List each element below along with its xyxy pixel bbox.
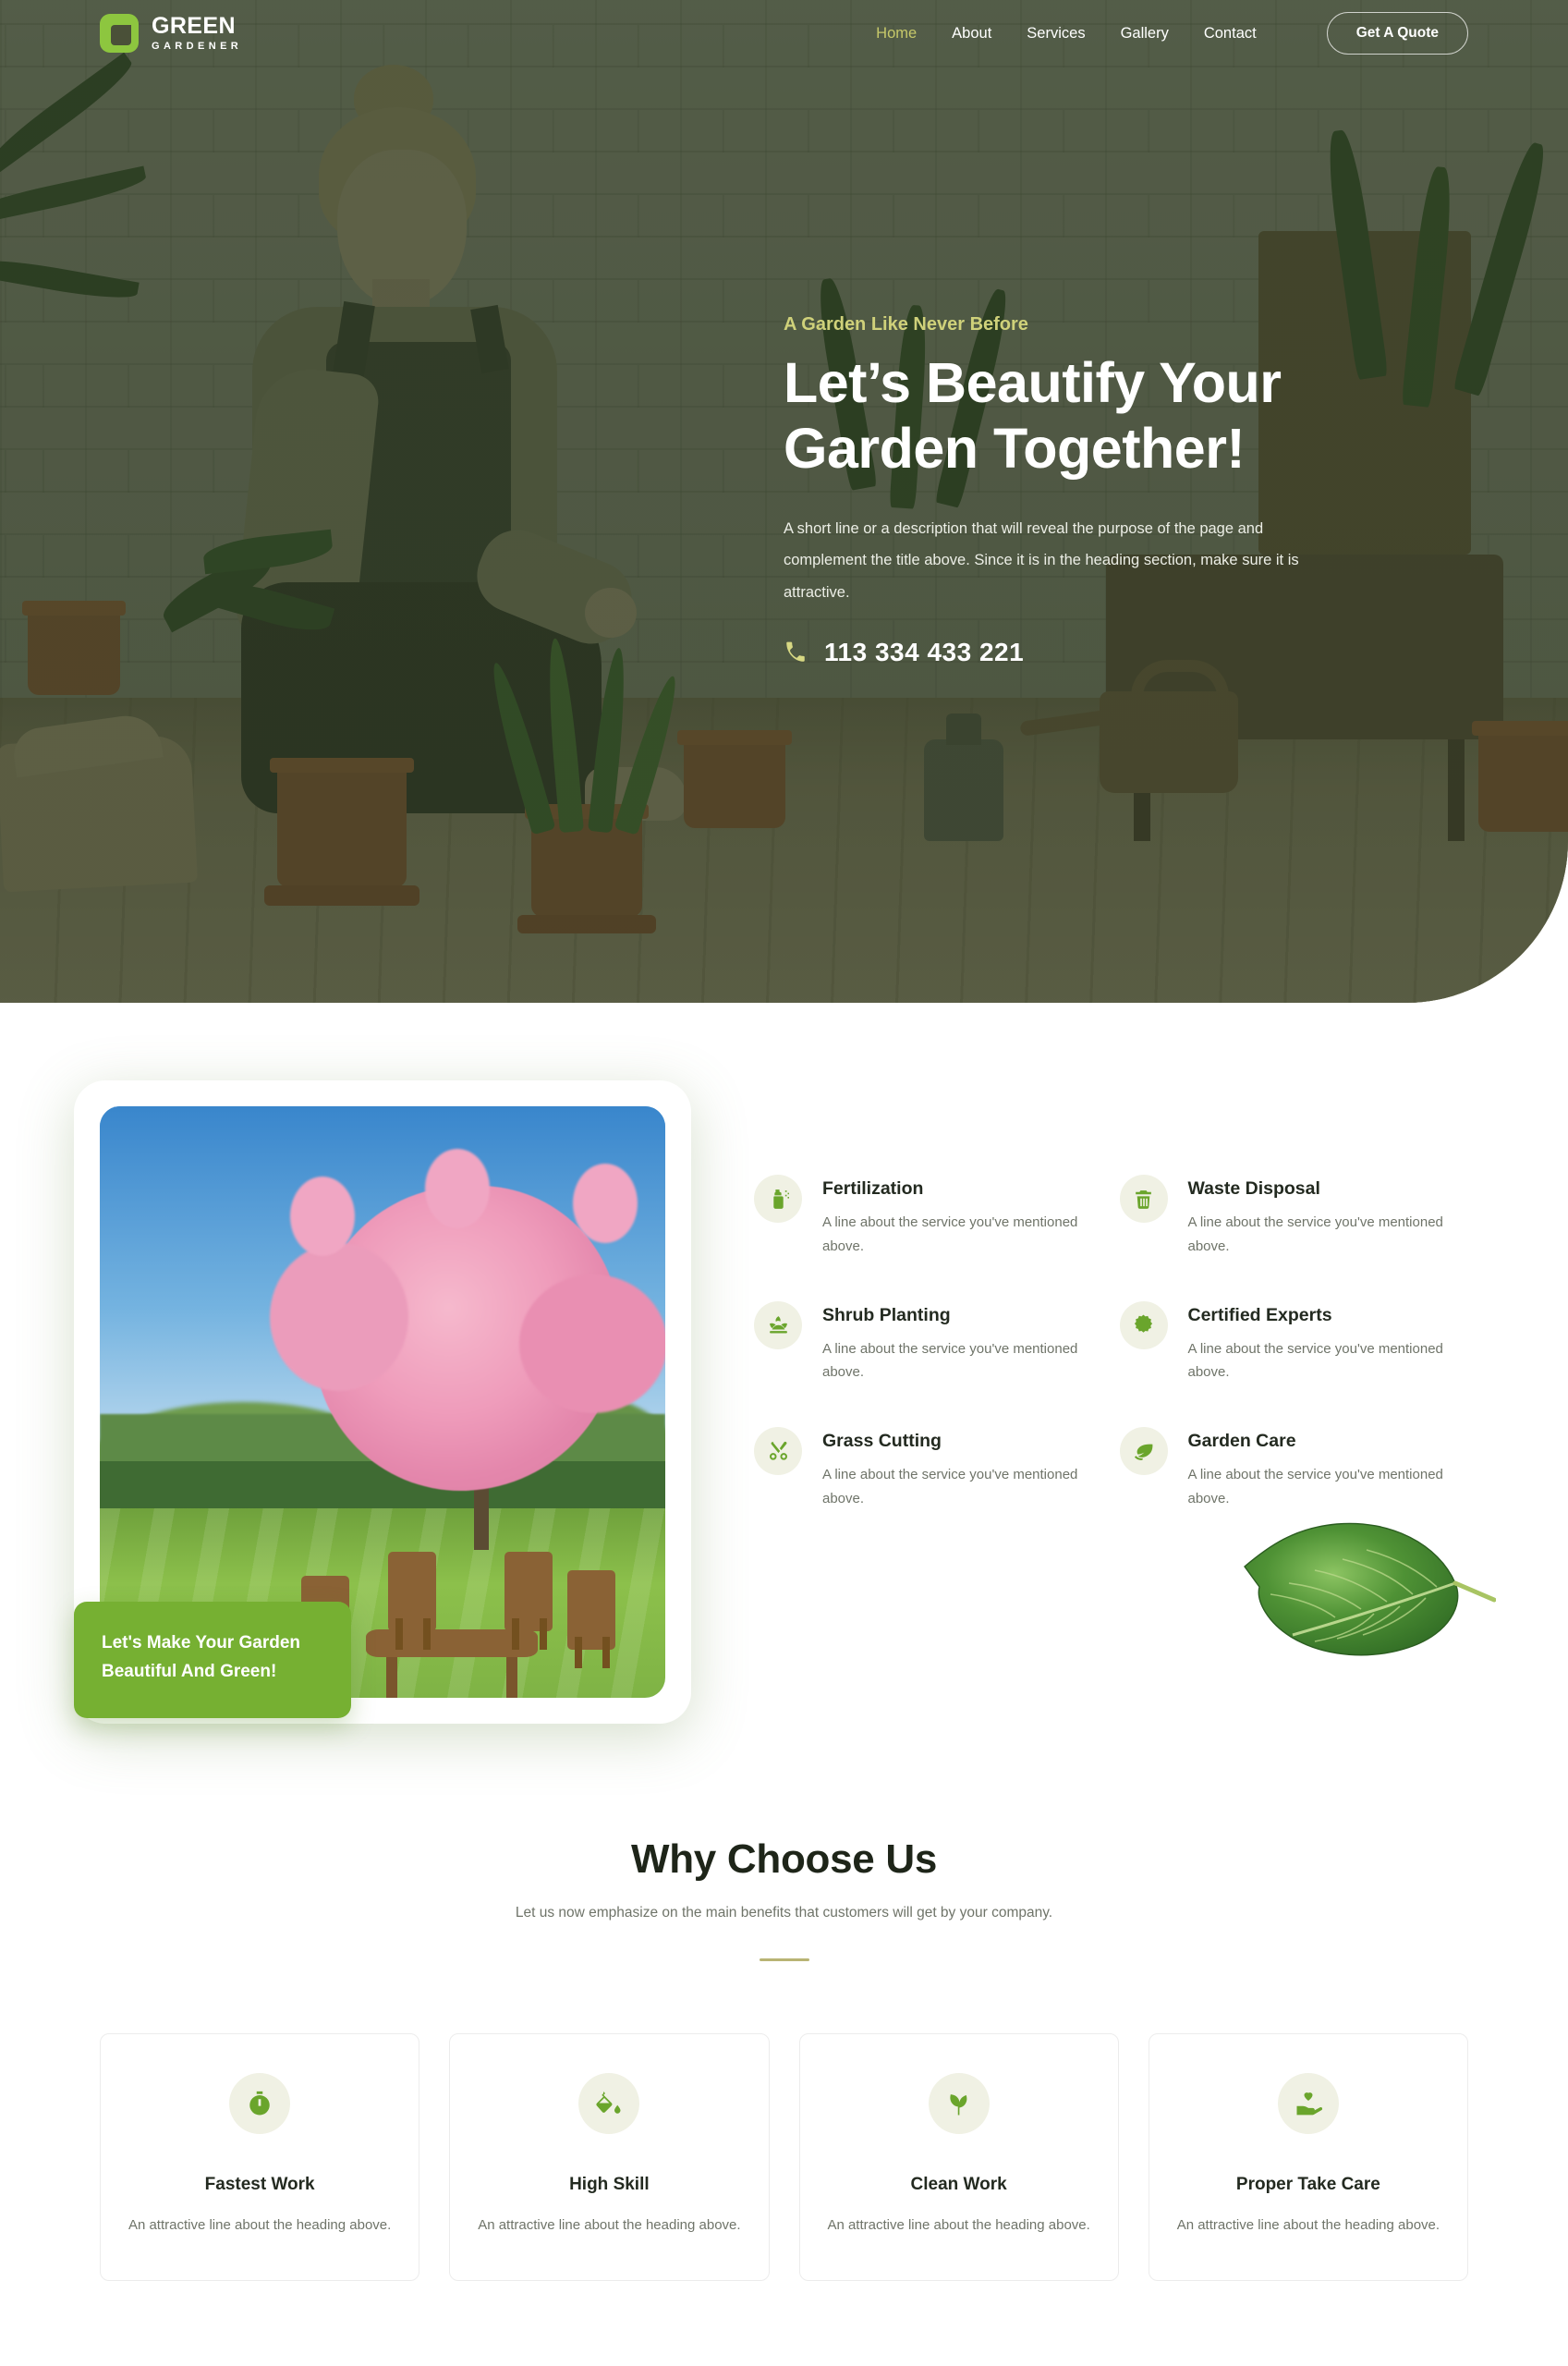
paint-bucket-icon — [578, 2073, 640, 2134]
service-desc: A line about the service you've mentione… — [822, 1340, 1078, 1381]
service-desc: A line about the service you've mentione… — [822, 1214, 1078, 1254]
leaf-logo-icon — [100, 14, 139, 53]
section-divider — [759, 1958, 809, 1961]
leaf-icon — [1119, 1427, 1168, 1476]
hero-phone[interactable]: 113 334 433 221 — [784, 638, 1467, 667]
hero-title: Let’s Beautify Your Garden Together! — [784, 350, 1467, 482]
service-item-grass-cutting[interactable]: Grass Cutting A line about the service y… — [754, 1427, 1103, 1511]
feature-desc: An attractive line about the heading abo… — [478, 2217, 741, 2233]
service-desc: A line about the service you've mentione… — [1187, 1467, 1443, 1506]
hero-title-line-2: Garden Together! — [784, 416, 1246, 480]
garden-chair — [504, 1552, 553, 1650]
service-item-shrub-planting[interactable]: Shrub Planting A line about the service … — [754, 1300, 1103, 1385]
shrub-sprout-icon — [754, 1300, 802, 1349]
feature-title: Clean Work — [910, 2175, 1007, 2194]
nav-item-gallery[interactable]: Gallery — [1121, 25, 1169, 43]
service-title: Fertilization — [822, 1178, 924, 1199]
get-a-quote-button[interactable]: Get A Quote — [1326, 12, 1468, 55]
trash-bin-icon — [1119, 1175, 1168, 1223]
hero-eyebrow: A Garden Like Never Before — [784, 314, 1028, 335]
hero-section: GREEN GARDENER Home About Services Galle… — [0, 0, 1568, 1003]
nav-item-services[interactable]: Services — [1027, 25, 1085, 43]
feature-desc: An attractive line about the heading abo… — [128, 2217, 392, 2233]
feature-card-proper-take-care[interactable]: Proper Take Care An attractive line abou… — [1148, 2033, 1468, 2282]
features-row: Fastest Work An attractive line about th… — [100, 2033, 1468, 2282]
hand-heart-icon — [1277, 2073, 1339, 2134]
nav-menu: Home About Services Gallery Contact Get … — [876, 12, 1468, 55]
nav-item-contact[interactable]: Contact — [1204, 25, 1257, 43]
stopwatch-icon — [229, 2073, 291, 2134]
service-title: Certified Experts — [1187, 1304, 1332, 1325]
feature-desc: An attractive line about the heading abo… — [827, 2217, 1090, 2233]
service-title: Grass Cutting — [822, 1431, 942, 1452]
feature-title: Proper Take Care — [1235, 2175, 1380, 2194]
service-item-waste-disposal[interactable]: Waste Disposal A line about the service … — [1119, 1175, 1469, 1259]
hero-title-line-1: Let’s Beautify Your — [784, 351, 1282, 414]
phone-number: 113 334 433 221 — [824, 638, 1025, 667]
phone-icon — [784, 640, 808, 665]
brand-name: GREEN — [152, 13, 236, 39]
nav-item-about[interactable]: About — [952, 25, 991, 43]
service-item-garden-care[interactable]: Garden Care A line about the service you… — [1119, 1427, 1469, 1511]
service-title: Waste Disposal — [1187, 1178, 1320, 1199]
brand-tagline: GARDENER — [152, 41, 243, 52]
service-desc: A line about the service you've mentione… — [822, 1467, 1078, 1506]
nav-item-home[interactable]: Home — [876, 25, 917, 43]
fertilizer-spray-icon — [754, 1175, 802, 1223]
garden-chair — [567, 1570, 615, 1668]
garden-chair — [388, 1552, 436, 1650]
about-services-section: Let's Make Your Garden Beautiful And Gre… — [0, 1003, 1568, 1724]
services-grid: Fertilization A line about the service y… — [754, 1106, 1468, 1511]
feature-title: High Skill — [569, 2175, 650, 2194]
top-navigation-bar: GREEN GARDENER Home About Services Galle… — [0, 0, 1568, 67]
feature-card-clean-work[interactable]: Clean Work An attractive line about the … — [798, 2033, 1119, 2282]
service-title: Garden Care — [1187, 1431, 1296, 1452]
feature-card-fastest-work[interactable]: Fastest Work An attractive line about th… — [100, 2033, 420, 2282]
service-item-fertilization[interactable]: Fertilization A line about the service y… — [754, 1175, 1103, 1259]
feature-title: Fastest Work — [204, 2175, 315, 2194]
seedling-icon — [928, 2073, 990, 2134]
why-choose-us-subtitle: Let us now emphasize on the main benefit… — [515, 1905, 1053, 1921]
service-title: Shrub Planting — [822, 1304, 951, 1325]
why-choose-us-title: Why Choose Us — [630, 1836, 938, 1882]
hero-description: A short line or a description that will … — [784, 519, 1299, 601]
service-desc: A line about the service you've mentione… — [1187, 1340, 1443, 1381]
feature-card-high-skill[interactable]: High Skill An attractive line about the … — [449, 2033, 770, 2282]
hero-copy: A Garden Like Never Before Let’s Beautif… — [784, 314, 1467, 667]
leaf-photo-icon — [1228, 1509, 1497, 1676]
garden-photo-block: Let's Make Your Garden Beautiful And Gre… — [74, 1080, 691, 1724]
service-item-certified-experts[interactable]: Certified Experts A line about the servi… — [1119, 1300, 1469, 1385]
garden-photo-caption: Let's Make Your Garden Beautiful And Gre… — [74, 1602, 351, 1718]
certificate-badge-icon — [1119, 1300, 1168, 1349]
brand-logo[interactable]: GREEN GARDENER — [100, 14, 242, 53]
why-choose-us-section: Why Choose Us Let us now emphasize on th… — [0, 1698, 1568, 2282]
feature-desc: An attractive line about the heading abo… — [1176, 2217, 1440, 2233]
scissors-icon — [754, 1427, 802, 1476]
service-desc: A line about the service you've mentione… — [1187, 1214, 1443, 1254]
